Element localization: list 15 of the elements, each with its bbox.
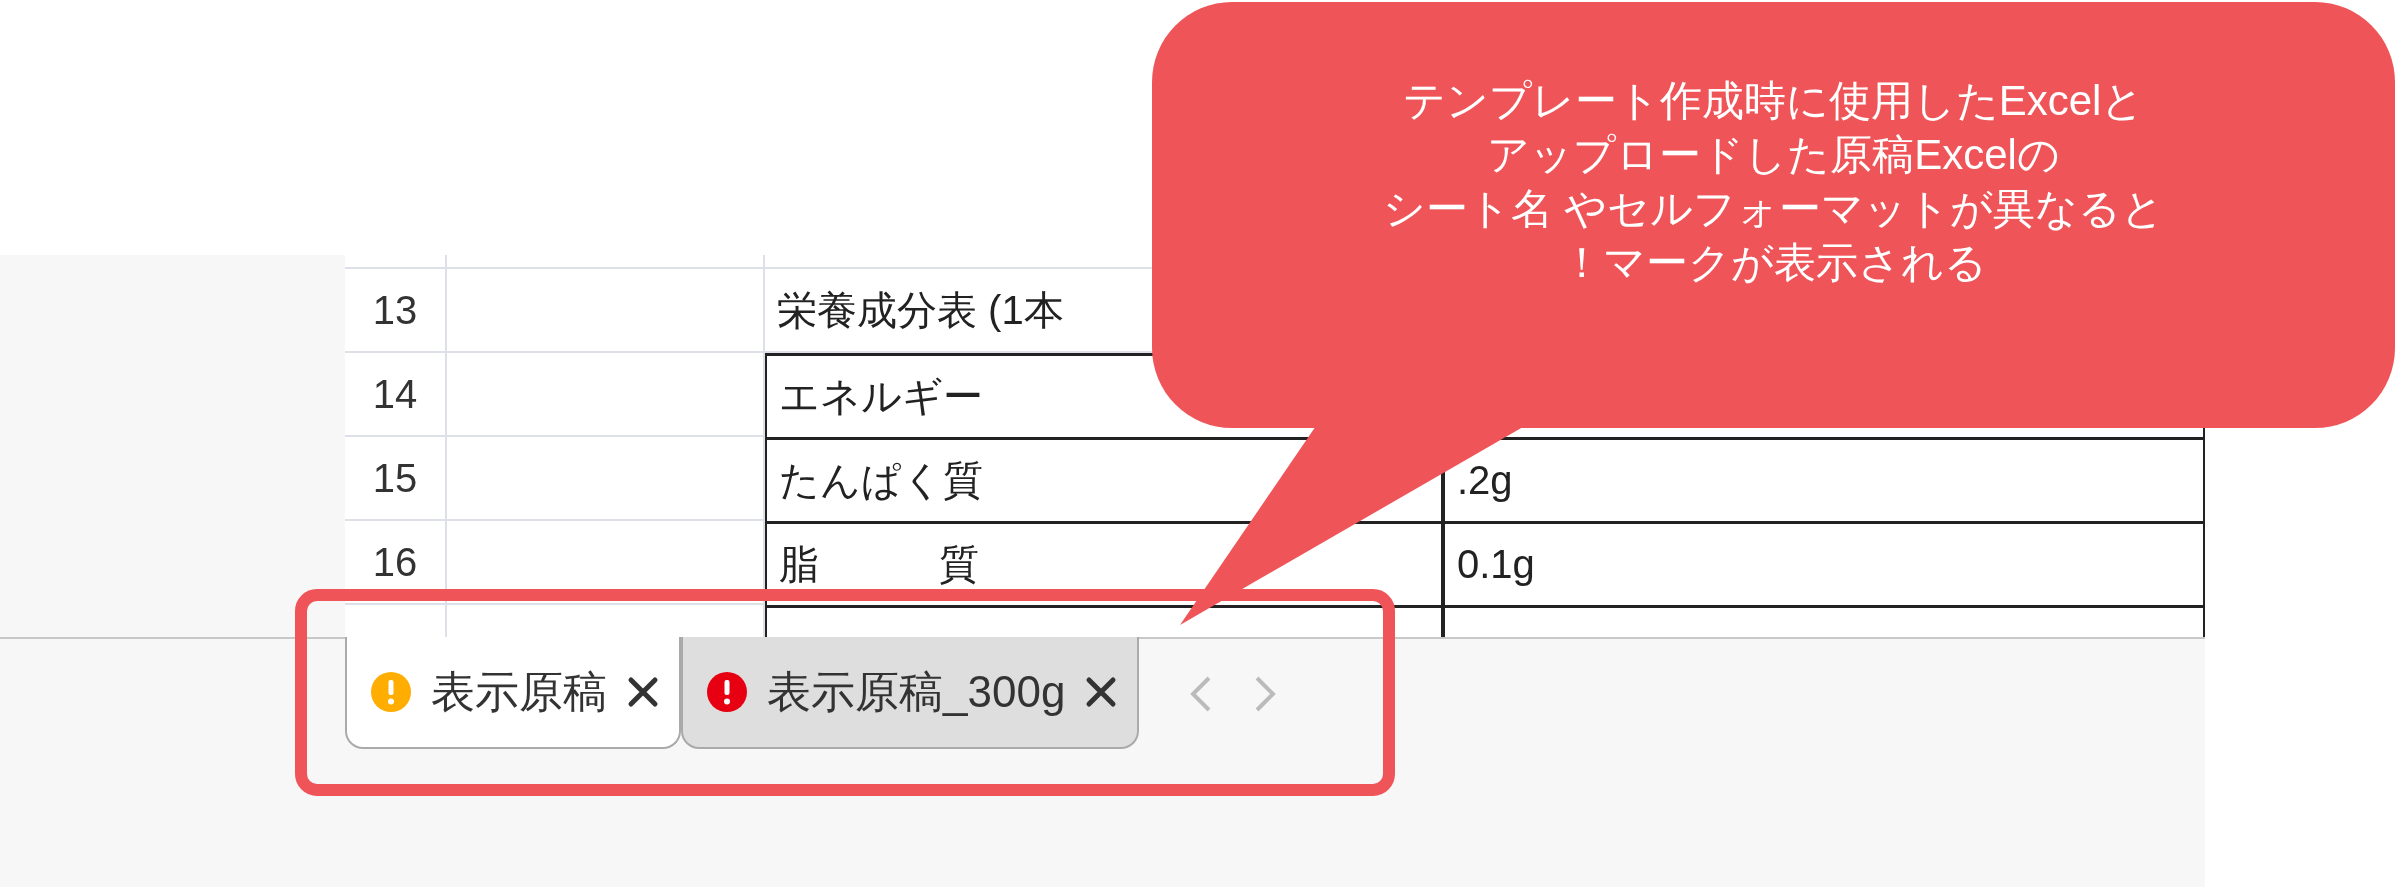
callout-text: テンプレート作成時に使用したExcelと	[1402, 76, 2145, 126]
close-icon[interactable]	[1085, 676, 1118, 708]
callout-text: ！マークが表示される	[1560, 238, 1987, 288]
callout-text: アップロードした原稿Excelの	[1487, 130, 2060, 180]
row-header: 15	[345, 437, 447, 521]
row-header: 13	[345, 269, 447, 353]
exclamation-icon	[707, 672, 747, 712]
sheet-tab[interactable]: 表示原稿	[345, 637, 681, 749]
exclamation-icon	[371, 672, 411, 712]
callout-text: シート名 やセルフォーマットが異なると	[1382, 184, 2165, 234]
close-icon[interactable]	[627, 676, 659, 708]
table-cell: .2g	[1443, 437, 2205, 521]
row-header: 14	[345, 353, 447, 437]
sheet-tab[interactable]: 表示原稿_300g	[681, 637, 1140, 749]
table-cell: 0.1g	[1443, 521, 2205, 605]
